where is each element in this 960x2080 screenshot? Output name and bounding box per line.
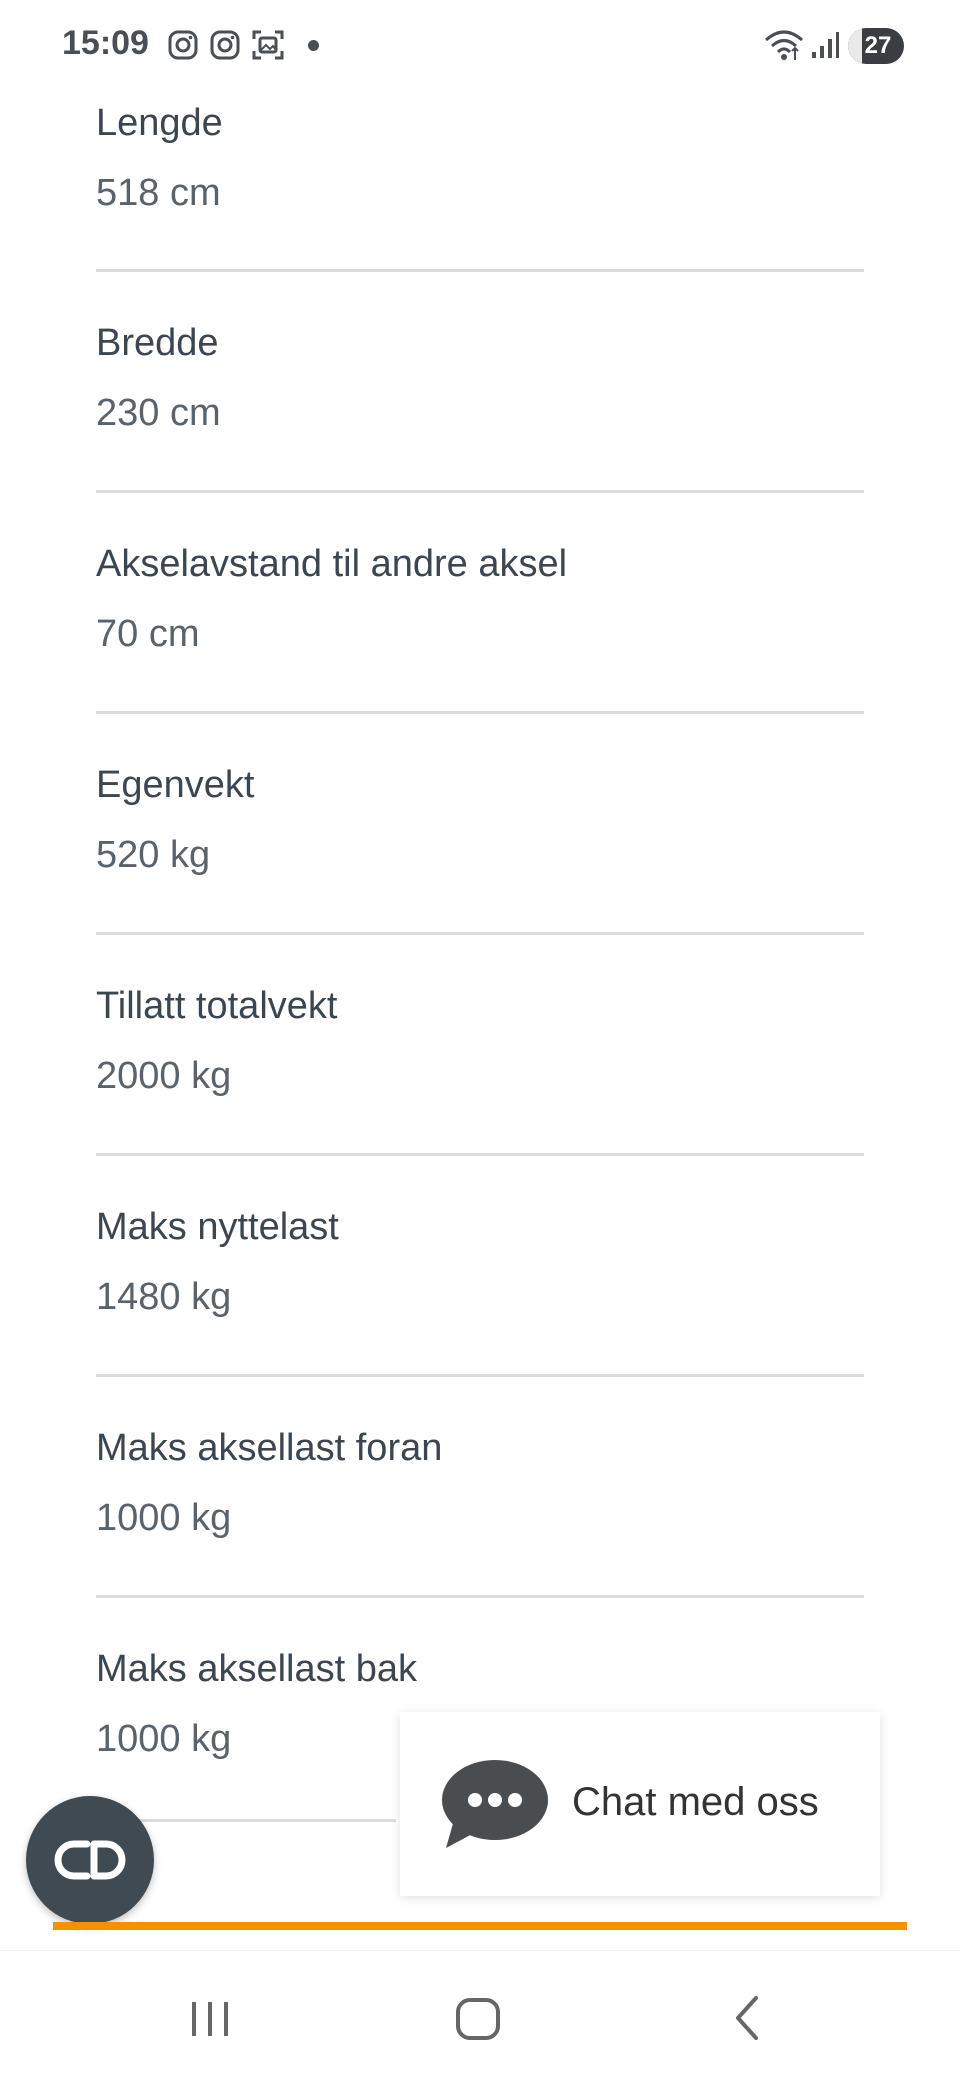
- spec-item: Maks aksellast foran 1000 kg: [96, 1377, 864, 1598]
- spec-label: Maks aksellast foran: [96, 1427, 443, 1469]
- fab-button[interactable]: [26, 1796, 154, 1924]
- battery-icon: 27: [848, 28, 904, 64]
- battery-level: 27: [864, 32, 892, 59]
- spec-value: 230 cm: [96, 392, 221, 434]
- spec-value: 518 cm: [96, 172, 221, 214]
- home-button[interactable]: [408, 1951, 548, 2080]
- back-button[interactable]: [678, 1951, 818, 2080]
- notification-dot-icon: [308, 40, 319, 51]
- recent-apps-button[interactable]: [140, 1951, 280, 2080]
- spec-value: 520 kg: [96, 834, 211, 876]
- wifi-icon: [764, 28, 804, 67]
- chat-button[interactable]: Chat med oss: [400, 1712, 880, 1896]
- spec-label: Lengde: [96, 102, 223, 144]
- instagram-icon: [168, 30, 198, 65]
- back-icon: [736, 1996, 758, 2040]
- spec-item: Bredde 230 cm: [96, 272, 864, 493]
- signal-icon: [810, 30, 840, 65]
- spec-value: 1000 kg: [96, 1718, 232, 1760]
- home-icon: [456, 1998, 500, 2040]
- spec-item: Akselavstand til andre aksel 70 cm: [96, 493, 864, 714]
- spec-value: 1480 kg: [96, 1276, 232, 1318]
- spec-item: Lengde 518 cm: [96, 92, 864, 272]
- spec-label: Egenvekt: [96, 764, 255, 806]
- chat-bubble-icon: [440, 1758, 550, 1855]
- status-time: 15:09: [62, 24, 149, 62]
- spec-item: Maks nyttelast 1480 kg: [96, 1156, 864, 1377]
- screenshot-icon: [252, 30, 284, 65]
- instagram-icon: [210, 30, 240, 65]
- spec-label: Maks aksellast bak: [96, 1648, 418, 1690]
- spec-item: Tillatt totalvekt 2000 kg: [96, 935, 864, 1156]
- spec-value: 1000 kg: [96, 1497, 232, 1539]
- status-bar: 15:09 27: [0, 0, 960, 92]
- nav-bar: [0, 1950, 960, 2080]
- link-icon: [54, 1840, 126, 1880]
- page: 15:09 27 Lengde 518 cm Bredde 230 cm Aks…: [0, 0, 960, 2080]
- spec-list: Lengde 518 cm Bredde 230 cm Akselavstand…: [96, 92, 864, 1819]
- spec-label: Bredde: [96, 322, 219, 364]
- spec-label: Tillatt totalvekt: [96, 985, 338, 1027]
- chat-label: Chat med oss: [572, 1780, 819, 1824]
- recent-apps-icon: [192, 2002, 228, 2036]
- progress-fill: [53, 1922, 907, 1930]
- progress-bar: [53, 1922, 907, 1930]
- spec-value: 2000 kg: [96, 1055, 232, 1097]
- spec-item: Egenvekt 520 kg: [96, 714, 864, 935]
- spec-label: Akselavstand til andre aksel: [96, 543, 568, 585]
- spec-value: 70 cm: [96, 613, 200, 655]
- spec-label: Maks nyttelast: [96, 1206, 339, 1248]
